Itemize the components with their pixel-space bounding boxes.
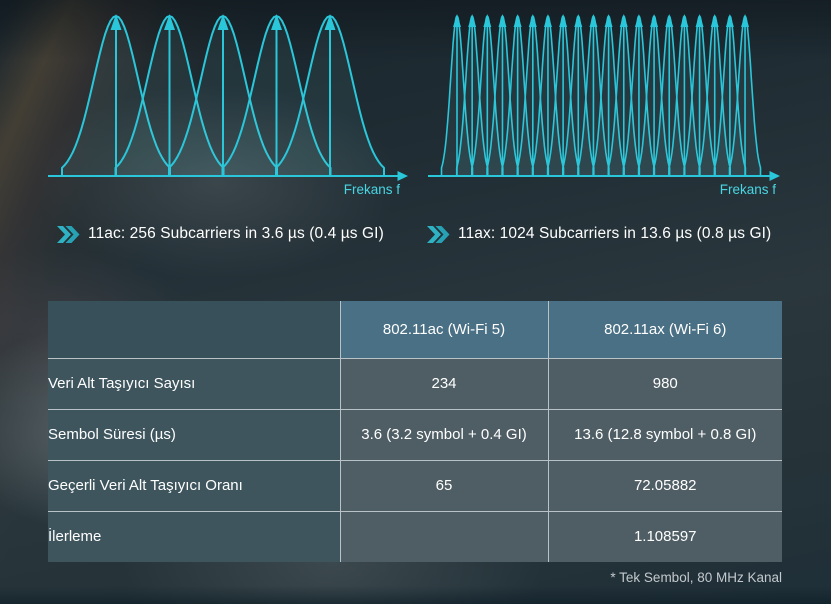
header-wifi5: 802.11ac (Wi-Fi 5) — [340, 301, 548, 358]
caption-11ac: 11ac: 256 Subcarriers in 3.6 µs (0.4 µs … — [57, 223, 384, 245]
wifi5-value: 3.6 (3.2 symbol + 0.4 GI) — [340, 409, 548, 460]
subcarrier-lobes — [442, 14, 761, 176]
table-row: Sembol Süresi (µs) 3.6 (3.2 symbol + 0.4… — [48, 409, 782, 460]
frequency-axis-label: Frekans f — [720, 182, 777, 197]
row-label: İlerleme — [48, 511, 340, 562]
table-header-row: 802.11ac (Wi-Fi 5) 802.11ax (Wi-Fi 6) — [48, 301, 782, 358]
caption-text: 11ax: 1024 Subcarriers in 13.6 µs (0.8 µ… — [458, 225, 771, 243]
wifi6-value: 980 — [548, 358, 782, 409]
wifi6-ofdm-infographic: Frekans f Frekans f 11ac: 256 Subcarrier… — [0, 0, 831, 604]
footnote: * Tek Sembol, 80 MHz Kanal — [610, 570, 782, 585]
wifi5-value: 65 — [340, 460, 548, 511]
table-row: Veri Alt Taşıyıcı Sayısı 234 980 — [48, 358, 782, 409]
comparison-table: 802.11ac (Wi-Fi 5) 802.11ax (Wi-Fi 6) Ve… — [48, 301, 782, 562]
row-label: Veri Alt Taşıyıcı Sayısı — [48, 358, 340, 409]
double-chevron-icon — [427, 226, 450, 243]
wifi6-value: 13.6 (12.8 symbol + 0.8 GI) — [548, 409, 782, 460]
header-wifi6: 802.11ax (Wi-Fi 6) — [548, 301, 782, 358]
subcarrier-lobes — [62, 14, 384, 176]
table-row: Geçerli Veri Alt Taşıyıcı Oranı 65 72.05… — [48, 460, 782, 511]
frequency-axis-arrowhead — [398, 171, 409, 181]
frequency-axis-arrowhead — [770, 171, 781, 181]
wifi6-value: 72.05882 — [548, 460, 782, 511]
ofdm-diagram-11ax: Frekans f — [416, 4, 791, 202]
row-label: Sembol Süresi (µs) — [48, 409, 340, 460]
row-label: Geçerli Veri Alt Taşıyıcı Oranı — [48, 460, 340, 511]
frequency-axis-label: Frekans f — [344, 182, 401, 197]
table-row: İlerleme 1.108597 — [48, 511, 782, 562]
ofdm-diagram-11ac: Frekans f — [38, 4, 410, 202]
double-chevron-icon — [57, 226, 80, 243]
wifi5-value: 234 — [340, 358, 548, 409]
wifi5-value — [340, 511, 548, 562]
caption-text: 11ac: 256 Subcarriers in 3.6 µs (0.4 µs … — [88, 225, 384, 243]
header-empty-cell — [48, 301, 340, 358]
wifi6-value: 1.108597 — [548, 511, 782, 562]
caption-11ax: 11ax: 1024 Subcarriers in 13.6 µs (0.8 µ… — [427, 223, 771, 245]
